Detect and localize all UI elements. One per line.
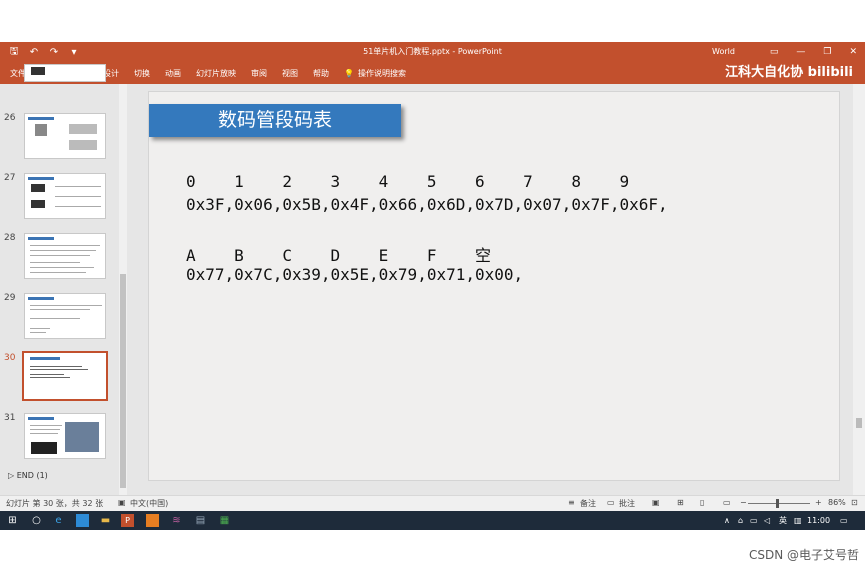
slideshow-icon[interactable]: ▭ [723,498,731,507]
section-label: END (1) [16,471,48,480]
spellcheck-icon[interactable]: ▣ [118,498,126,507]
file-explorer-icon[interactable]: ▬ [99,514,112,527]
slide-number: 29 [4,293,16,303]
channel-logo-watermark: 江科大自化协 bilibili [725,65,853,80]
app-icon[interactable]: ≋ [170,514,183,527]
notification-icon[interactable]: ▭ [840,511,848,530]
slide-thumbnail[interactable] [24,173,106,219]
window-controls: ▭ — ❐ ✕ [770,42,857,62]
slide-number: 31 [4,413,16,423]
scrollbar-thumb[interactable] [856,418,862,428]
slide-thumbnail[interactable] [24,293,106,339]
ime-mode-icon[interactable]: ▥ [794,511,802,530]
app-icon[interactable]: ▦ [218,514,231,527]
title-bar: 🖫 ↶ ↷ ▾ 51单片机入门教程.pptx - PowerPoint Worl… [0,42,865,62]
ribbon-display-icon[interactable]: ▭ [770,47,779,57]
close-icon[interactable]: ✕ [849,47,857,57]
digits-header[interactable]: 0 1 2 3 4 5 6 7 8 9 [186,172,629,191]
tab-help[interactable]: 帮助 [313,68,329,79]
slide-number: 27 [4,173,16,183]
slide-title[interactable]: 数码管段码表 [149,104,401,137]
slide-thumbnail[interactable] [24,233,106,279]
notes-icon[interactable]: ≡ [568,498,575,507]
scrollbar-thumb[interactable] [120,274,126,488]
slide-sorter-icon[interactable]: ⊞ [677,498,684,507]
tab-slideshow[interactable]: 幻灯片放映 [196,68,236,79]
clock[interactable]: 11:00 [807,511,830,530]
network-icon[interactable]: ⌂ [738,511,743,530]
top-margin [0,0,865,42]
chevron-right-icon: ▷ [8,471,15,480]
battery-icon[interactable]: ▭ [750,511,758,530]
slide-number-current: 30 [4,353,16,363]
letters-header[interactable]: A B C D E F 空 [186,242,491,266]
reading-view-icon[interactable]: ▯ [700,498,704,507]
ribbon: 文件 开始 插入 设计 切换 动画 幻灯片放映 审阅 视图 帮助 💡 操作说明搜… [0,62,865,84]
tab-view[interactable]: 视图 [282,68,298,79]
app-icon[interactable] [146,514,159,527]
tell-me-label: 操作说明搜索 [357,68,406,78]
slide-thumbnail[interactable] [24,413,106,459]
slide-scrollbar[interactable] [853,84,865,495]
tab-animations[interactable]: 动画 [165,68,181,79]
document-title: 51单片机入门教程.pptx - PowerPoint [363,47,502,56]
slide-thumbnail[interactable] [24,113,106,159]
slide-thumbnail-partial[interactable] [24,64,106,82]
slide-counter: 幻灯片 第 30 张，共 32 张 [6,499,104,508]
zoom-in-button[interactable]: + [815,498,822,507]
slide-number: 28 [4,233,16,243]
zoom-out-button[interactable]: − [740,498,747,507]
normal-view-icon[interactable]: ▣ [652,498,660,507]
ime-indicator[interactable]: 英 [779,511,787,530]
taskbar: ⊞ ○ e ▬ P ≋ ▤ ▦ ∧ ⌂ ▭ ◁ 英 ▥ 11:00 ▭ [0,511,865,530]
slide-editor: 数码管段码表 0 1 2 3 4 5 6 7 8 9 0x3F,0x06,0x5… [130,84,853,495]
powerpoint-icon[interactable]: P [121,514,134,527]
screen: 🖫 ↶ ↷ ▾ 51单片机入门教程.pptx - PowerPoint Worl… [0,0,865,571]
tab-review[interactable]: 审阅 [251,68,267,79]
slide-canvas[interactable]: 数码管段码表 0 1 2 3 4 5 6 7 8 9 0x3F,0x06,0x5… [148,91,840,481]
section-end[interactable]: ▷ END (1) [8,471,48,480]
thumbnail-scrollbar[interactable] [119,84,127,495]
work-area: 26 27 28 29 30 31 ▷ END (1) 数码管段码表 0 1 2… [0,64,865,495]
volume-icon[interactable]: ◁ [764,511,770,530]
language-indicator[interactable]: 中文(中国) [130,498,168,509]
thumbnail-pane: 26 27 28 29 30 31 ▷ END (1) [0,64,118,495]
fit-slide-icon[interactable]: ⊡ [851,498,858,507]
tab-transitions[interactable]: 切换 [134,68,150,79]
slide-number: 26 [4,113,16,123]
tell-me-box[interactable]: 💡 操作说明搜索 [344,68,406,79]
search-icon[interactable]: ○ [30,514,43,527]
csdn-watermark: CSDN @电子艾号哲 [748,548,859,562]
zoom-slider-knob[interactable] [776,499,779,508]
app-icon[interactable] [76,514,89,527]
tray-chevron-icon[interactable]: ∧ [724,511,730,530]
zoom-slider[interactable] [748,499,810,508]
status-bar: 幻灯片 第 30 张，共 32 张 ▣ 中文(中国) ≡ 备注 ▭ 批注 ▣ ⊞… [0,495,865,512]
comments-button[interactable]: 批注 [619,498,635,509]
minimize-icon[interactable]: — [796,47,805,57]
windows-start-icon[interactable]: ⊞ [6,514,19,527]
restore-icon[interactable]: ❐ [823,47,831,57]
lightbulb-icon: 💡 [344,68,354,78]
digits-codes[interactable]: 0x3F,0x06,0x5B,0x4F,0x66,0x6D,0x7D,0x07,… [186,195,668,214]
notes-button[interactable]: 备注 [580,498,596,509]
edge-icon[interactable]: e [52,514,65,527]
letters-codes[interactable]: 0x77,0x7C,0x39,0x5E,0x79,0x71,0x00, [186,265,523,284]
slide-thumbnail-current[interactable] [22,351,108,401]
notepad-icon[interactable]: ▤ [194,514,207,527]
comments-icon[interactable]: ▭ [607,498,615,507]
account-label[interactable]: World [712,42,735,62]
zoom-level[interactable]: 86% [828,498,846,507]
